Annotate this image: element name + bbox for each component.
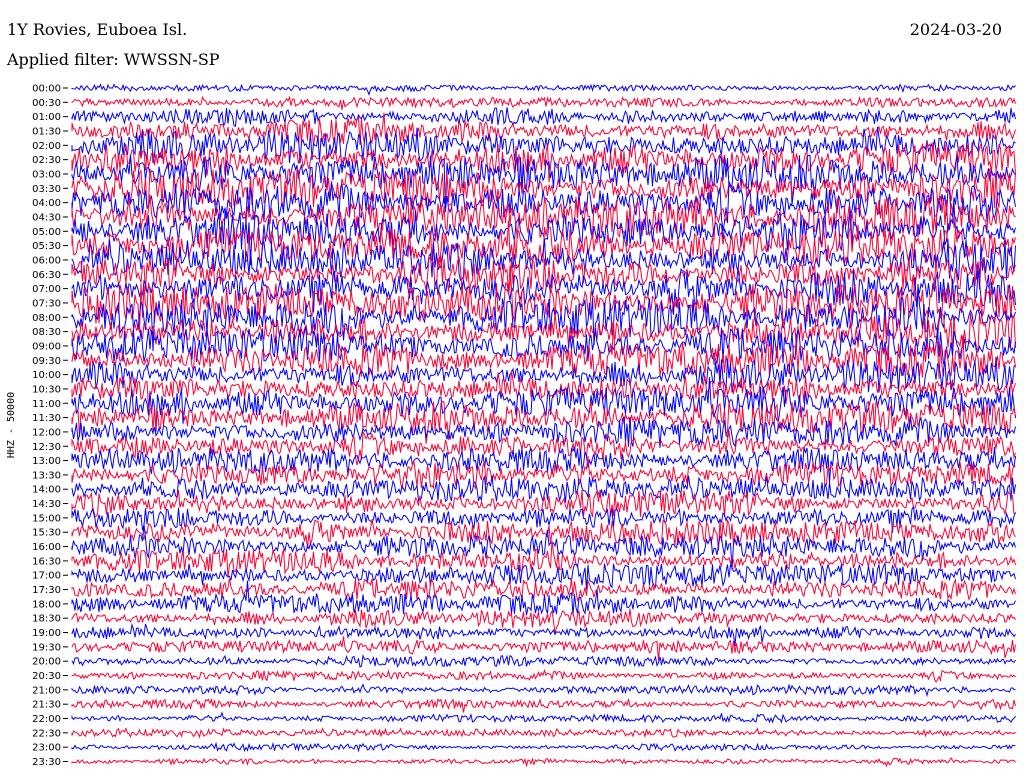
trace-row-1930 <box>71 636 1016 661</box>
tick-label: 03:30 <box>32 184 61 195</box>
tick-label: 22:00 <box>32 714 61 725</box>
trace-row-0030 <box>71 95 1016 110</box>
tick-label: 15:00 <box>32 513 61 524</box>
tick-label: 05:30 <box>32 241 61 252</box>
trace-row-0100 <box>71 107 1016 128</box>
tick-label: 23:00 <box>32 743 61 754</box>
tick-label: 21:00 <box>32 685 61 696</box>
tick-label: 21:30 <box>32 700 61 711</box>
tick-label: 17:00 <box>32 571 61 582</box>
trace-row-2130 <box>71 697 1016 713</box>
trace-row-2100 <box>71 683 1016 698</box>
tick-label: 13:30 <box>32 470 61 481</box>
tick-label: 18:30 <box>32 614 61 625</box>
tick-label: 02:30 <box>32 155 61 166</box>
tick-label: 23:30 <box>32 757 61 768</box>
tick-label: 20:30 <box>32 671 61 682</box>
tick-label: 18:00 <box>32 599 61 610</box>
trace-row-2300 <box>71 741 1016 753</box>
tick-label: 17:30 <box>32 585 61 596</box>
tick-label: 10:30 <box>32 384 61 395</box>
trace-layer <box>71 83 1016 768</box>
tick-label: 11:30 <box>32 413 61 424</box>
y-axis-label: HHZ - 50000 <box>6 392 17 458</box>
trace-row-0000 <box>71 83 1016 97</box>
tick-label: 19:00 <box>32 628 61 639</box>
trace-row-1500 <box>71 505 1016 533</box>
trace-row-2230 <box>71 727 1016 739</box>
tick-label: 04:00 <box>32 198 61 209</box>
tick-label: 20:00 <box>32 657 61 668</box>
tick-label: 08:30 <box>32 327 61 338</box>
tick-label: 11:00 <box>32 399 61 410</box>
tick-label: 02:00 <box>32 141 61 152</box>
tick-label: 10:00 <box>32 370 61 381</box>
tick-label: 08:00 <box>32 313 61 324</box>
tick-label: 15:30 <box>32 528 61 539</box>
tick-label: 12:30 <box>32 442 61 453</box>
tick-label: 01:00 <box>32 112 61 123</box>
tick-label: 05:00 <box>32 227 61 238</box>
tick-label: 14:30 <box>32 499 61 510</box>
trace-row-2000 <box>71 653 1016 668</box>
tick-label: 04:30 <box>32 212 61 223</box>
trace-row-2200 <box>71 711 1016 724</box>
tick-label: 19:30 <box>32 642 61 653</box>
tick-label: 16:00 <box>32 542 61 553</box>
tick-label: 07:30 <box>32 298 61 309</box>
tick-label: 22:30 <box>32 728 61 739</box>
tick-label: 07:00 <box>32 284 61 295</box>
tick-label: 13:00 <box>32 456 61 467</box>
tick-label: 09:30 <box>32 356 61 367</box>
tick-label: 06:30 <box>32 270 61 281</box>
helicorder-plot: 00:00 00:30 01:00 01:30 02:00 02:30 03:00 03:30… <box>6 83 1016 768</box>
tick-label: 06:00 <box>32 255 61 266</box>
tick-label: 00:30 <box>32 98 61 109</box>
trace-row-2330 <box>71 756 1016 768</box>
tick-label: 16:30 <box>32 556 61 567</box>
time-axis: 00:00 00:30 01:00 01:30 02:00 02:30 03:00 03:30… <box>32 84 68 768</box>
tick-label: 03:00 <box>32 169 61 180</box>
tick-label: 01:30 <box>32 126 61 137</box>
tick-label: 12:00 <box>32 427 61 438</box>
tick-label: 00:00 <box>32 84 61 95</box>
trace-row-2030 <box>71 668 1016 684</box>
tick-label: 09:00 <box>32 341 61 352</box>
tick-label: 14:00 <box>32 485 61 496</box>
